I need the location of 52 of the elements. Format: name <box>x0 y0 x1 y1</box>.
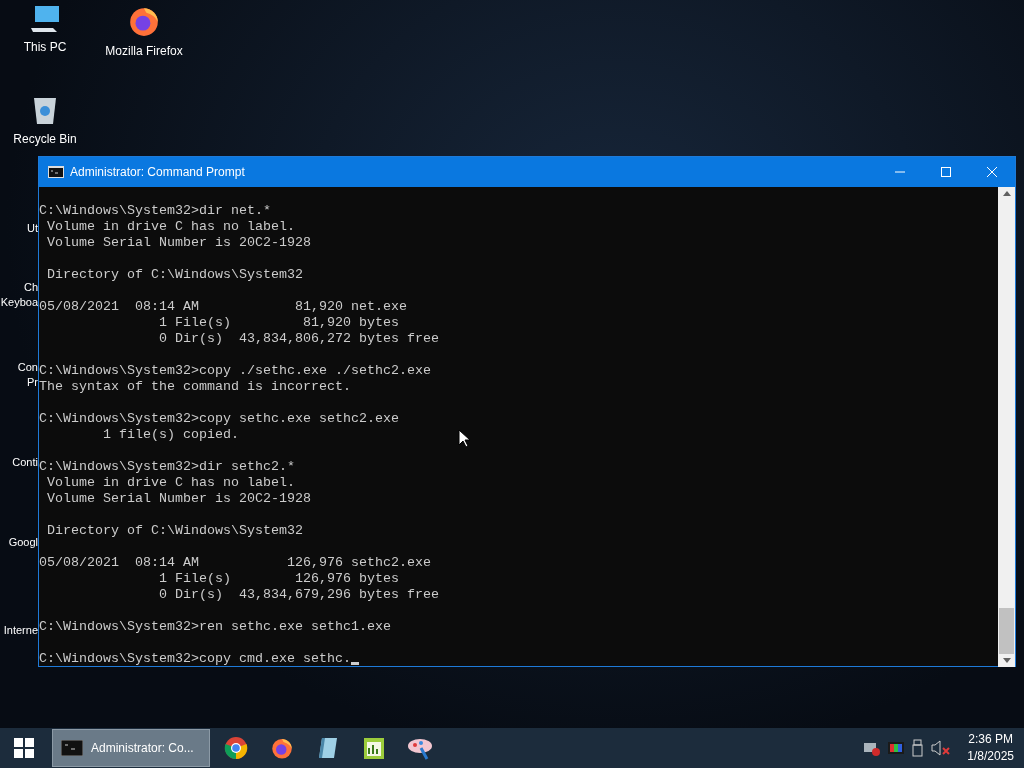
console-icon <box>61 740 83 756</box>
color-display-icon[interactable] <box>887 740 906 756</box>
computer-icon <box>29 4 61 34</box>
desktop-icon-label[interactable]: Mozilla Firefox <box>105 42 183 60</box>
console-line: 1 file(s) copied. <box>102 427 239 443</box>
text-cursor <box>350 662 359 665</box>
taskbar-app-button[interactable]: Administrator: Co... <box>52 729 210 767</box>
console-line: C:\Windows\System32>ren sethc.exe sethc1.exe <box>39 619 391 635</box>
console-line: 1 File(s) 81,920 bytes <box>157 315 399 331</box>
console-line: 05/08/2021 08:14 AM 126,976 sethc2.exe <box>39 555 431 571</box>
desktop-icon-label[interactable]: Keyboa <box>0 295 38 310</box>
console-line: The syntax of the command is incorrect. <box>39 379 351 395</box>
scroll-up-icon[interactable] <box>1002 191 1011 196</box>
console-line: C:\Windows\System32>copy ./sethc.exe ./sethc2.exe <box>39 363 431 379</box>
console-icon <box>48 166 64 178</box>
console-line: C:\Windows\System32>dir net.* <box>39 203 271 219</box>
desktop-icon-label[interactable]: This PC <box>23 38 67 56</box>
console-line: 0 Dir(s) 43,834,679,296 bytes free <box>157 587 439 603</box>
desktop-icon-label[interactable]: Pr <box>27 375 38 390</box>
network-icon[interactable] <box>863 740 882 756</box>
close-icon <box>987 167 997 177</box>
mouse-pointer-icon <box>458 429 470 448</box>
console-line: Directory of C:\Windows\System32 <box>46 267 303 283</box>
desktop-icon-label[interactable]: Ut <box>27 221 38 236</box>
console-line: C:\Windows\System32>copy cmd.exe sethc. <box>39 651 351 667</box>
muted-speaker-icon[interactable] <box>931 740 952 756</box>
windows-logo-icon <box>14 738 34 758</box>
desktop-icon-label[interactable]: Recycle Bin <box>13 130 77 148</box>
clock-date[interactable]: 1/8/2025 <box>967 748 1014 765</box>
console-line: Volume Serial Number is 20C2-1928 <box>46 235 311 251</box>
scrollbar[interactable] <box>998 187 1015 667</box>
console-line: C:\Windows\System32>dir sethc2.* <box>39 459 295 475</box>
console-line: Directory of C:\Windows\System32 <box>46 523 303 539</box>
console-line: 05/08/2021 08:14 AM 81,920 net.exe <box>39 299 407 315</box>
console-line: Volume in drive C has no label. <box>46 219 295 235</box>
console-line: Volume in drive C has no label. <box>46 475 295 491</box>
console-line: 0 Dir(s) 43,834,806,272 bytes free <box>157 331 439 347</box>
firefox-icon <box>270 736 294 760</box>
window-title: Administrator: Command Prompt <box>70 164 246 181</box>
scroll-down-icon[interactable] <box>1002 658 1011 663</box>
desktop-icon-label[interactable]: Con <box>17 360 38 375</box>
console-line: 1 File(s) 126,976 bytes <box>157 571 399 587</box>
console-line: C:\Windows\System32>copy sethc.exe sethc2.exe <box>39 411 399 427</box>
desktop-icon-label[interactable]: Conti <box>12 455 38 470</box>
console-line: Volume Serial Number is 20C2-1928 <box>46 491 311 507</box>
desktop-icon-label[interactable]: Interne <box>3 623 38 638</box>
usb-drive-icon[interactable] <box>911 739 926 757</box>
clock-time[interactable]: 2:36 PM <box>968 731 1013 748</box>
desktop-icon-label[interactable]: Googl <box>8 535 38 550</box>
maximize-icon <box>941 167 951 177</box>
scrollbar-thumb[interactable] <box>999 608 1014 654</box>
desktop-icon-label[interactable]: Ch <box>23 280 38 295</box>
